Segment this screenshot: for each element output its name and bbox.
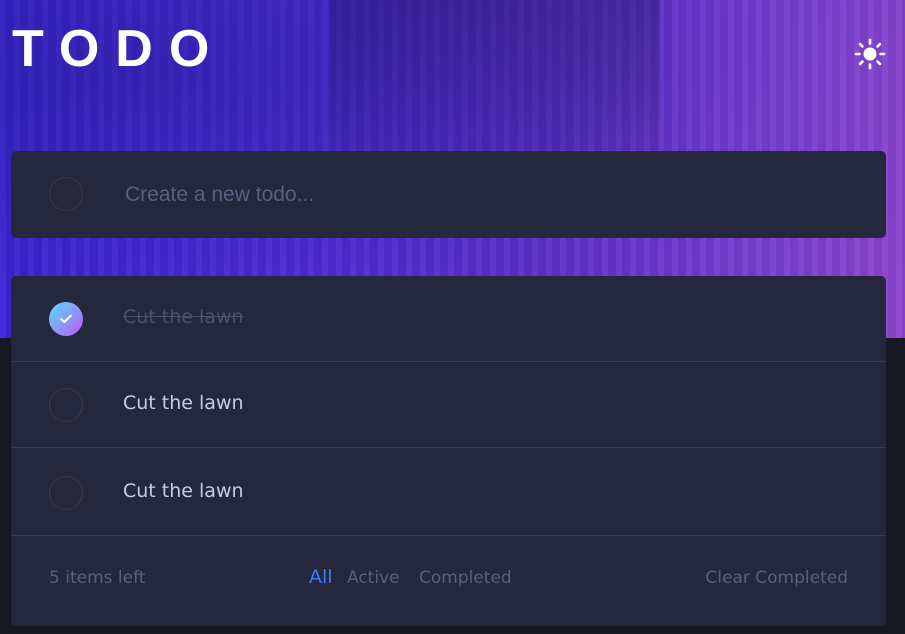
todo-footer: 5 items left All Active Completed Clear … xyxy=(11,538,886,626)
todo-list: Cut the lawn Cut the lawn Cut the lawn 5… xyxy=(11,276,886,626)
clear-completed-button[interactable]: Clear Completed xyxy=(705,568,848,588)
check-icon xyxy=(60,314,72,323)
todo-text: Cut the lawn xyxy=(123,480,244,502)
new-todo-card xyxy=(11,151,886,238)
filter-all-button[interactable]: All xyxy=(309,566,333,588)
new-todo-check-circle[interactable] xyxy=(49,177,83,211)
todo-checkbox[interactable] xyxy=(49,388,83,422)
filter-completed-button[interactable]: Completed xyxy=(419,568,512,588)
hero-photo-overlay xyxy=(330,0,660,150)
todo-item[interactable]: Cut the lawn xyxy=(11,362,886,448)
filter-active-button[interactable]: Active xyxy=(347,568,400,588)
todo-text: Cut the lawn xyxy=(123,392,244,414)
new-todo-input[interactable] xyxy=(123,173,847,217)
todo-text: Cut the lawn xyxy=(123,306,244,328)
todo-checkbox[interactable] xyxy=(49,476,83,510)
page-title: TODO xyxy=(12,20,226,78)
todo-item[interactable]: Cut the lawn xyxy=(11,450,886,536)
sun-icon xyxy=(854,38,886,70)
theme-toggle-button[interactable] xyxy=(852,36,888,72)
items-left-count: 5 items left xyxy=(49,568,146,588)
todo-item[interactable]: Cut the lawn xyxy=(11,276,886,362)
todo-checkbox-checked[interactable] xyxy=(49,302,83,336)
